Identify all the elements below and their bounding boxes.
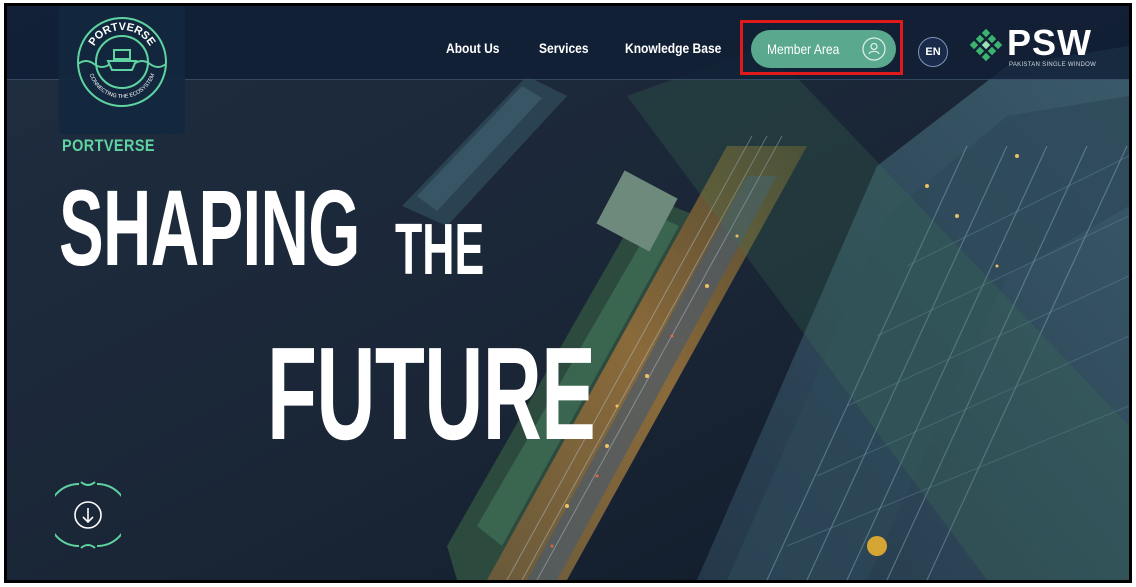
- nav-about-us[interactable]: About Us: [446, 40, 500, 56]
- hero-headline-the: THE: [395, 210, 485, 290]
- member-area-label: Member Area: [767, 41, 840, 57]
- page-frame: About Us Services Knowledge Base Member …: [4, 3, 1132, 583]
- portverse-emblem-icon: PORTVERSE CONNECTING THE ECOSYSTEM: [77, 17, 167, 107]
- user-icon: [862, 37, 886, 61]
- nav-services[interactable]: Services: [539, 40, 589, 56]
- portverse-logo[interactable]: PORTVERSE CONNECTING THE ECOSYSTEM: [59, 6, 185, 134]
- member-area-button[interactable]: Member Area: [751, 30, 896, 68]
- portverse-brand-name: PORTVERSE: [62, 136, 155, 155]
- psw-logo[interactable]: PSW PAKISTAN SINGLE WINDOW: [969, 22, 1099, 72]
- language-selector[interactable]: EN: [918, 37, 948, 67]
- psw-diamond-icon: [969, 28, 1003, 62]
- psw-logo-text: PSW: [1007, 22, 1093, 63]
- nav-knowledge-base[interactable]: Knowledge Base: [625, 40, 721, 56]
- hero-headline-future: FUTURE: [267, 320, 596, 467]
- psw-logo-subtitle: PAKISTAN SINGLE WINDOW: [1009, 62, 1097, 68]
- svg-text:CONNECTING THE ECOSYSTEM: CONNECTING THE ECOSYSTEM: [88, 73, 157, 101]
- emblem-bottom-text: CONNECTING THE ECOSYSTEM: [88, 73, 157, 101]
- hero-headline-shaping: SHAPING: [59, 167, 360, 288]
- scroll-down-icon[interactable]: [55, 476, 121, 554]
